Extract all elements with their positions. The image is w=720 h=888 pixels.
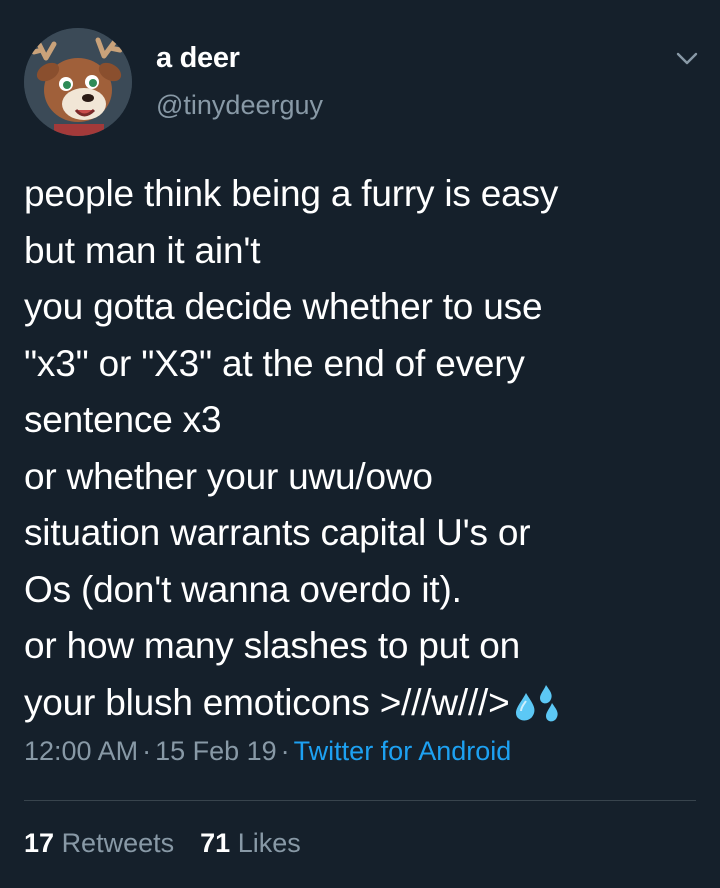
avatar[interactable] [24, 28, 132, 136]
tweet-header: a deer @tinydeerguy [0, 0, 720, 150]
tweet-menu-button[interactable] [670, 44, 704, 74]
retweets-stat[interactable]: 17 Retweets [24, 828, 174, 858]
tweet-stats: 17 Retweets 71 Likes [24, 828, 301, 859]
user-handle[interactable]: @tinydeerguy [156, 90, 323, 121]
tweet-text: people think being a furry is easy but m… [24, 166, 704, 731]
retweets-label: Retweets [61, 828, 175, 858]
separator: · [280, 736, 290, 766]
tweet-time[interactable]: 12:00 AM [24, 736, 138, 766]
tweet-body: people think being a furry is easy but m… [24, 173, 559, 723]
deer-avatar-icon [24, 28, 132, 136]
display-name[interactable]: a deer [156, 42, 240, 75]
sweat-droplets-icon [515, 684, 558, 721]
tweet-date[interactable]: 15 Feb 19 [155, 736, 277, 766]
tweet-meta: 12:00 AM · 15 Feb 19 · Twitter for Android [24, 736, 511, 767]
chevron-down-icon [676, 52, 698, 65]
likes-stat[interactable]: 71 Likes [200, 828, 301, 858]
divider [24, 800, 696, 801]
likes-label: Likes [237, 828, 301, 858]
tweet-source-link[interactable]: Twitter for Android [294, 736, 512, 766]
retweets-count: 17 [24, 828, 55, 858]
likes-count: 71 [200, 828, 231, 858]
separator: · [142, 736, 152, 766]
